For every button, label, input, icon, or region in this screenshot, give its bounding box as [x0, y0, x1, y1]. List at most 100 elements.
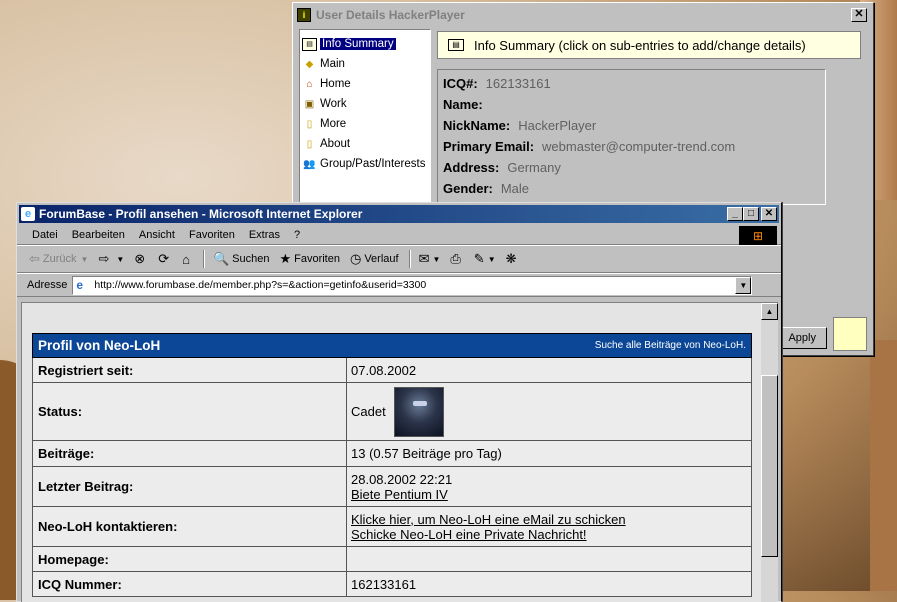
- ie-logo-icon: e: [21, 207, 35, 221]
- table-row: Neo-LoH kontaktieren: Klicke hier, um Ne…: [32, 507, 752, 547]
- home-icon: ⌂: [182, 251, 190, 267]
- tree-item-work[interactable]: ▣ Work: [302, 94, 428, 114]
- icq-app-icon: i: [297, 8, 311, 22]
- home-icon: ⌂: [306, 78, 313, 90]
- table-row: Letzter Beitrag: 28.08.2002 22:21 Biete …: [32, 467, 752, 507]
- avatar: [393, 386, 444, 437]
- private-message-link[interactable]: Schicke Neo-LoH eine Private Nachricht!: [351, 527, 747, 542]
- tree-item-group-past-interests[interactable]: 👥 Group/Past/Interests: [302, 154, 428, 174]
- table-row: ICQ Nummer: 162133161: [32, 572, 752, 597]
- search-posts-link[interactable]: Suche alle Beiträge von Neo-LoH.: [595, 340, 746, 351]
- vertical-scrollbar[interactable]: ▲: [761, 302, 778, 602]
- icq-title-bar[interactable]: i User Details HackerPlayer ✕: [295, 5, 871, 25]
- info-row-nickname: NickName: HackerPlayer: [443, 118, 597, 133]
- edit-icon: ✎: [473, 251, 485, 266]
- menu-datei[interactable]: Datei: [25, 229, 65, 241]
- about-icon: ▯: [306, 138, 313, 150]
- print-icon: ⎙: [450, 251, 461, 266]
- table-row: Homepage:: [32, 547, 752, 572]
- ie-title-bar[interactable]: e ForumBase - Profil ansehen - Microsoft…: [19, 205, 779, 223]
- profile-table: Profil von Neo-LoH Suche alle Beiträge v…: [32, 333, 752, 597]
- toolbar-separator: [408, 250, 411, 268]
- forward-arrow-icon: ⇨: [98, 251, 110, 266]
- edit-button[interactable]: ✎ ▼: [474, 251, 496, 267]
- history-button[interactable]: ◷ Verlauf: [350, 251, 399, 267]
- chevron-down-icon: ▼: [80, 254, 89, 264]
- table-row: Beiträge: 13 (0.57 Beiträge pro Tag): [32, 441, 752, 467]
- favorites-button[interactable]: ★ Favoriten: [279, 251, 340, 267]
- work-icon: ▣: [304, 98, 315, 110]
- tree-item-home[interactable]: ⌂ Home: [302, 74, 428, 94]
- summary-card-icon: ▤: [448, 39, 464, 51]
- home-button[interactable]: ⌂: [182, 252, 193, 267]
- status-value: Cadet: [351, 404, 386, 419]
- address-input[interactable]: e http://www.forumbase.de/member.php?s=&…: [72, 275, 753, 295]
- search-button[interactable]: 🔍 Suchen: [213, 251, 270, 267]
- ie-toolbar: ⇦ Zurück ▼ ⇨ ▼ ⊗ ⟳ ⌂ 🔍 Suchen ★ Favorite…: [17, 245, 781, 273]
- address-bar: Adresse e http://www.forumbase.de/member…: [17, 273, 781, 297]
- ie-window-title: ForumBase - Profil ansehen - Microsoft I…: [39, 207, 363, 221]
- ie-browser-window: e ForumBase - Profil ansehen - Microsoft…: [16, 202, 782, 602]
- stop-icon: ⊗: [134, 251, 146, 266]
- windows-logo-icon: ⊞: [739, 226, 777, 245]
- back-button[interactable]: ⇦ Zurück ▼: [29, 251, 88, 267]
- scroll-up-button[interactable]: ▲: [761, 303, 778, 320]
- icq-flower-icon[interactable]: [833, 317, 867, 351]
- main-icon: ◆: [305, 58, 314, 70]
- close-button[interactable]: ✕: [851, 8, 867, 22]
- apply-button[interactable]: Apply: [781, 327, 827, 349]
- address-url: http://www.forumbase.de/member.php?s=&ac…: [94, 279, 427, 291]
- info-row-address: Address: Germany: [443, 160, 561, 175]
- desktop-background: [870, 340, 897, 591]
- table-row: Registriert seit: 07.08.2002: [32, 358, 752, 383]
- summary-icon: ▤: [302, 37, 317, 51]
- info-summary-header-text: Info Summary (click on sub-entries to ad…: [474, 37, 806, 53]
- messenger-button[interactable]: ❋: [506, 251, 520, 267]
- last-post-date: 28.08.2002 22:21: [351, 471, 453, 487]
- page-icon: e: [76, 278, 84, 292]
- profile-title: Profil von Neo-LoH: [38, 338, 161, 353]
- email-contact-link[interactable]: Klicke hier, um Neo-LoH eine eMail zu sc…: [351, 512, 747, 527]
- info-row-icq: ICQ#: 162133161: [443, 76, 551, 91]
- info-row-gender: Gender: Male: [443, 181, 530, 196]
- last-post-link[interactable]: Biete Pentium IV: [351, 487, 747, 502]
- tree-item-info-summary[interactable]: ▤ Info Summary: [302, 34, 428, 54]
- tree-item-about[interactable]: ▯ About: [302, 134, 428, 154]
- menu-favoriten[interactable]: Favoriten: [182, 229, 242, 241]
- back-arrow-icon: ⇦: [29, 251, 40, 266]
- chevron-down-icon: ▼: [487, 254, 496, 264]
- search-icon: 🔍: [212, 251, 230, 266]
- menu-ansicht[interactable]: Ansicht: [132, 229, 182, 241]
- group-icon: 👥: [303, 158, 316, 170]
- mail-icon: ✉: [418, 251, 430, 266]
- toolbar-separator: [202, 250, 205, 268]
- ie-menu-bar: Datei Bearbeiten Ansicht Favoriten Extra…: [17, 225, 781, 245]
- mail-button[interactable]: ✉ ▼: [419, 251, 441, 267]
- forward-button[interactable]: ⇨ ▼: [98, 251, 124, 267]
- refresh-button[interactable]: ⟳: [158, 251, 172, 267]
- menu-help[interactable]: ?: [287, 229, 307, 241]
- chevron-down-icon: ▼: [432, 254, 441, 264]
- print-button[interactable]: ⎙: [450, 251, 463, 267]
- stop-button[interactable]: ⊗: [134, 251, 148, 267]
- history-icon: ◷: [349, 251, 362, 266]
- info-summary-panel: ICQ#: 162133161 Name: NickName: HackerPl…: [437, 69, 826, 205]
- favorites-icon: ★: [279, 251, 292, 266]
- maximize-button[interactable]: □: [743, 207, 759, 221]
- refresh-icon: ⟳: [158, 251, 170, 266]
- more-icon: ▯: [306, 118, 313, 130]
- chevron-down-icon[interactable]: ▼: [735, 276, 752, 294]
- close-button[interactable]: ✕: [761, 207, 777, 221]
- icq-window-title: User Details HackerPlayer: [316, 8, 465, 22]
- address-label: Adresse: [27, 279, 68, 291]
- scroll-thumb[interactable]: [761, 375, 778, 557]
- info-row-email: Primary Email: webmaster@computer-trend.…: [443, 139, 736, 154]
- page-content: Profil von Neo-LoH Suche alle Beiträge v…: [21, 302, 765, 602]
- menu-bearbeiten[interactable]: Bearbeiten: [65, 229, 132, 241]
- menu-extras[interactable]: Extras: [242, 229, 287, 241]
- info-row-name: Name:: [443, 97, 483, 112]
- tree-item-main[interactable]: ◆ Main: [302, 54, 428, 74]
- minimize-button[interactable]: _: [727, 207, 743, 221]
- messenger-icon: ❋: [505, 251, 517, 266]
- tree-item-more[interactable]: ▯ More: [302, 114, 428, 134]
